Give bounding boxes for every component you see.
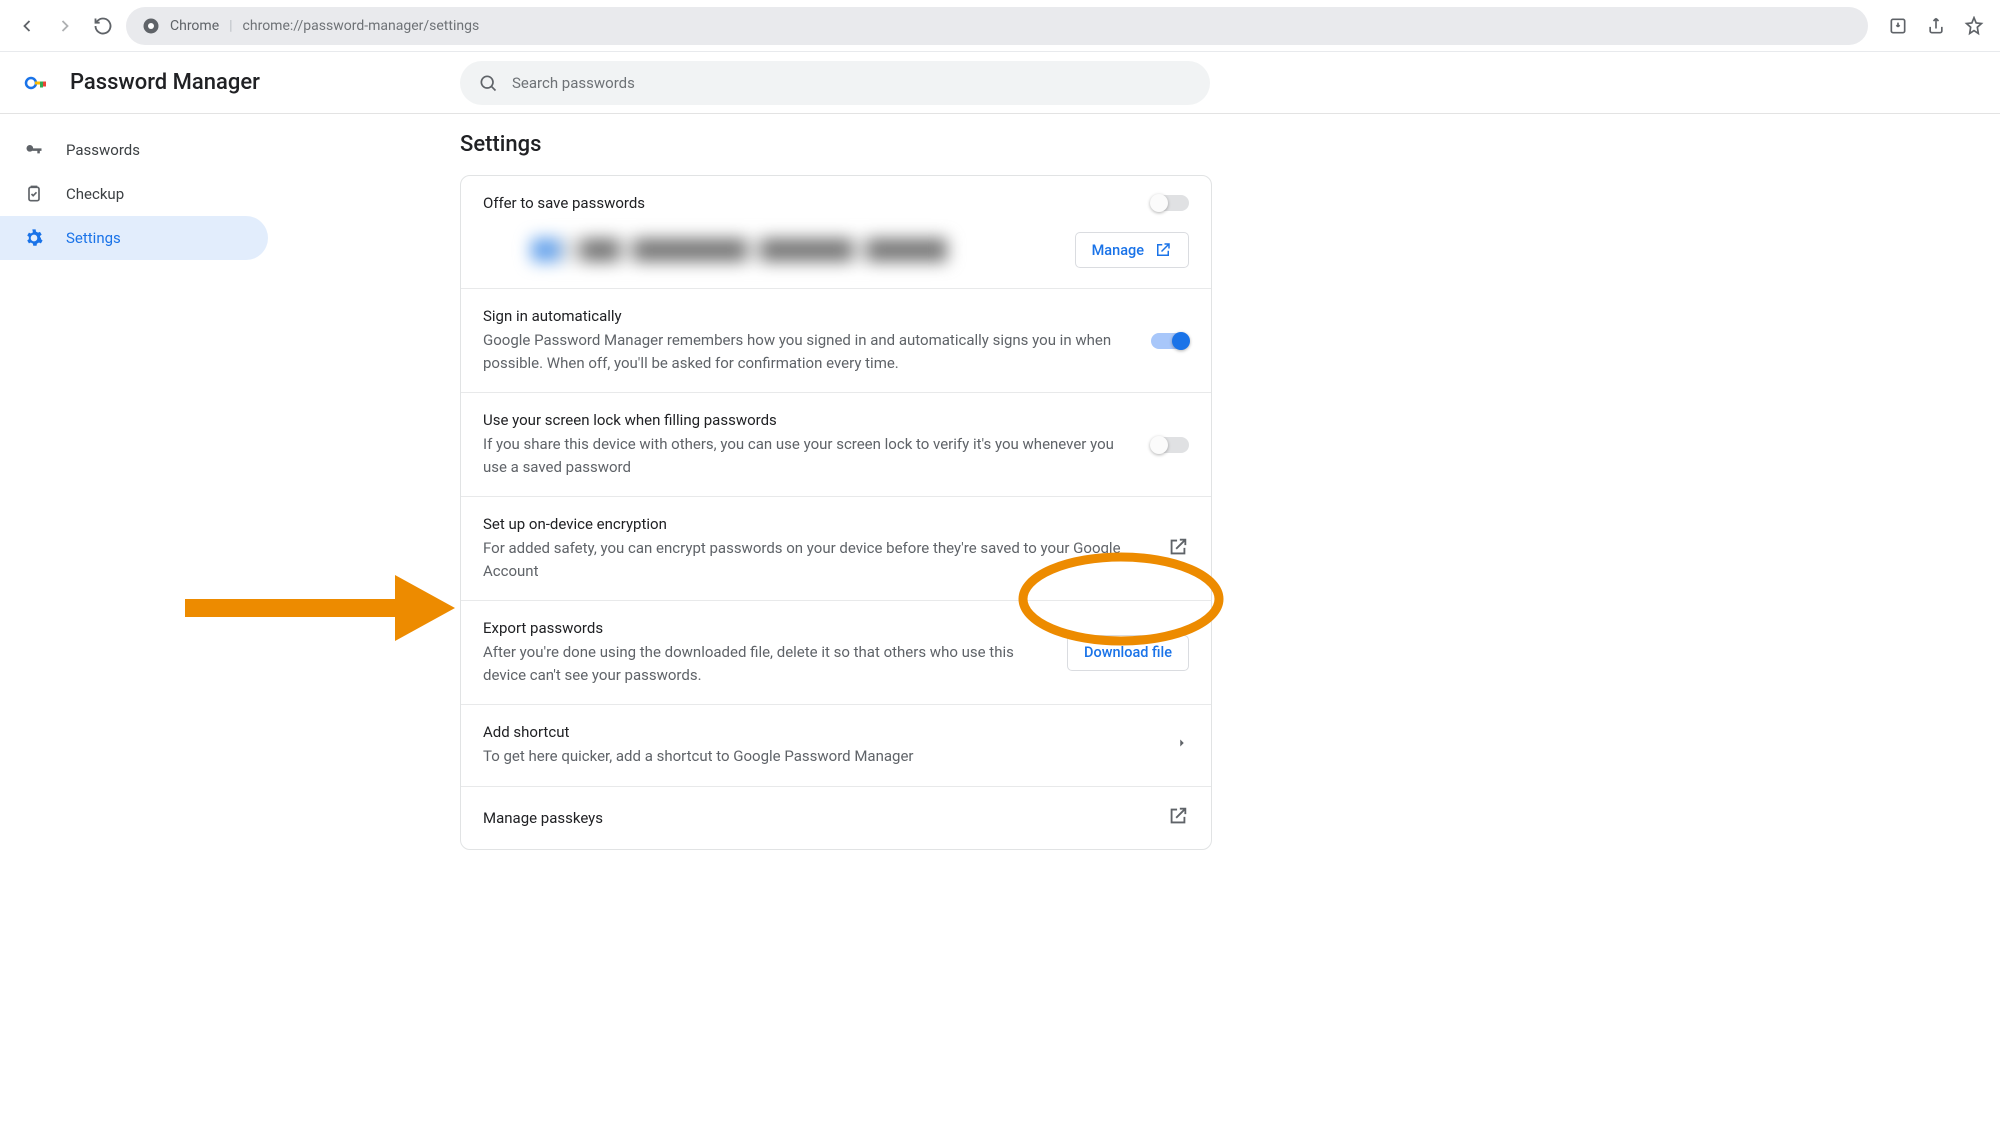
search-input[interactable] — [460, 61, 1210, 105]
row-export: Export passwords After you're done using… — [461, 601, 1211, 705]
row-title: Add shortcut — [483, 723, 1155, 741]
chrome-icon — [142, 17, 160, 35]
key-icon — [24, 140, 44, 160]
nav-buttons — [12, 11, 118, 41]
sidebar-item-settings[interactable]: Settings — [0, 216, 268, 260]
sidebar: Passwords Checkup Settings — [0, 114, 280, 850]
row-sub: If you share this device with others, yo… — [483, 433, 1131, 478]
row-screen-lock: Use your screen lock when filling passwo… — [461, 393, 1211, 497]
row-add-shortcut[interactable]: Add shortcut To get here quicker, add a … — [461, 705, 1211, 787]
toggle-screen-lock[interactable] — [1151, 437, 1189, 453]
clipboard-icon — [24, 184, 44, 204]
settings-card: Offer to save passwords Manage Sign in a… — [460, 175, 1212, 850]
row-auto-signin: Sign in automatically Google Password Ma… — [461, 289, 1211, 393]
row-title: Set up on-device encryption — [483, 515, 1147, 533]
address-separator: | — [229, 18, 232, 34]
row-offer-save: Offer to save passwords — [461, 176, 1211, 220]
row-sub: After you're done using the downloaded f… — [483, 641, 1047, 686]
sidebar-item-label: Settings — [66, 229, 121, 247]
manage-button[interactable]: Manage — [1075, 232, 1189, 268]
download-label: Download file — [1084, 644, 1172, 661]
search-icon — [478, 73, 498, 93]
row-title: Manage passkeys — [483, 809, 1147, 827]
sidebar-item-passwords[interactable]: Passwords — [0, 128, 268, 172]
row-sub: To get here quicker, add a shortcut to G… — [483, 745, 1155, 768]
share-icon[interactable] — [1922, 12, 1950, 40]
password-manager-logo-icon — [24, 71, 48, 95]
row-encryption[interactable]: Set up on-device encryption For added sa… — [461, 497, 1211, 601]
address-bar[interactable]: Chrome | chrome://password-manager/setti… — [126, 7, 1868, 45]
chevron-right-icon — [1175, 736, 1189, 754]
chrome-label: Chrome — [170, 18, 219, 34]
app-title: Password Manager — [70, 70, 260, 95]
download-file-button[interactable]: Download file — [1067, 635, 1189, 671]
browser-toolbar: Chrome | chrome://password-manager/setti… — [0, 0, 2000, 52]
toggle-offer-save[interactable] — [1151, 195, 1189, 211]
row-title: Sign in automatically — [483, 307, 1131, 325]
external-link-icon — [1154, 241, 1172, 259]
toolbar-icons — [1884, 12, 1988, 40]
page-body: Passwords Checkup Settings Settings Offe… — [0, 114, 2000, 850]
row-title: Export passwords — [483, 619, 1047, 637]
reload-button[interactable] — [88, 11, 118, 41]
app-header: Password Manager — [0, 52, 2000, 114]
back-button[interactable] — [12, 11, 42, 41]
search-field[interactable] — [512, 74, 1192, 92]
manage-label: Manage — [1092, 242, 1144, 259]
sidebar-item-checkup[interactable]: Checkup — [0, 172, 268, 216]
row-passkeys[interactable]: Manage passkeys — [461, 787, 1211, 849]
external-link-icon — [1167, 805, 1189, 831]
toggle-auto-signin[interactable] — [1151, 333, 1189, 349]
main-content: Settings Offer to save passwords Manage — [280, 114, 2000, 850]
sidebar-item-label: Passwords — [66, 141, 140, 159]
row-offer-save-account: Manage — [461, 220, 1211, 289]
row-title: Offer to save passwords — [483, 194, 1131, 212]
row-sub: For added safety, you can encrypt passwo… — [483, 537, 1147, 582]
redacted-account-info — [531, 238, 1061, 262]
external-link-icon — [1167, 536, 1189, 562]
gear-icon — [24, 228, 44, 248]
page-title: Settings — [460, 132, 1212, 157]
sidebar-item-label: Checkup — [66, 185, 124, 203]
install-icon[interactable] — [1884, 12, 1912, 40]
url-text: chrome://password-manager/settings — [243, 18, 480, 34]
row-sub: Google Password Manager remembers how yo… — [483, 329, 1131, 374]
bookmark-icon[interactable] — [1960, 12, 1988, 40]
forward-button[interactable] — [50, 11, 80, 41]
row-title: Use your screen lock when filling passwo… — [483, 411, 1131, 429]
